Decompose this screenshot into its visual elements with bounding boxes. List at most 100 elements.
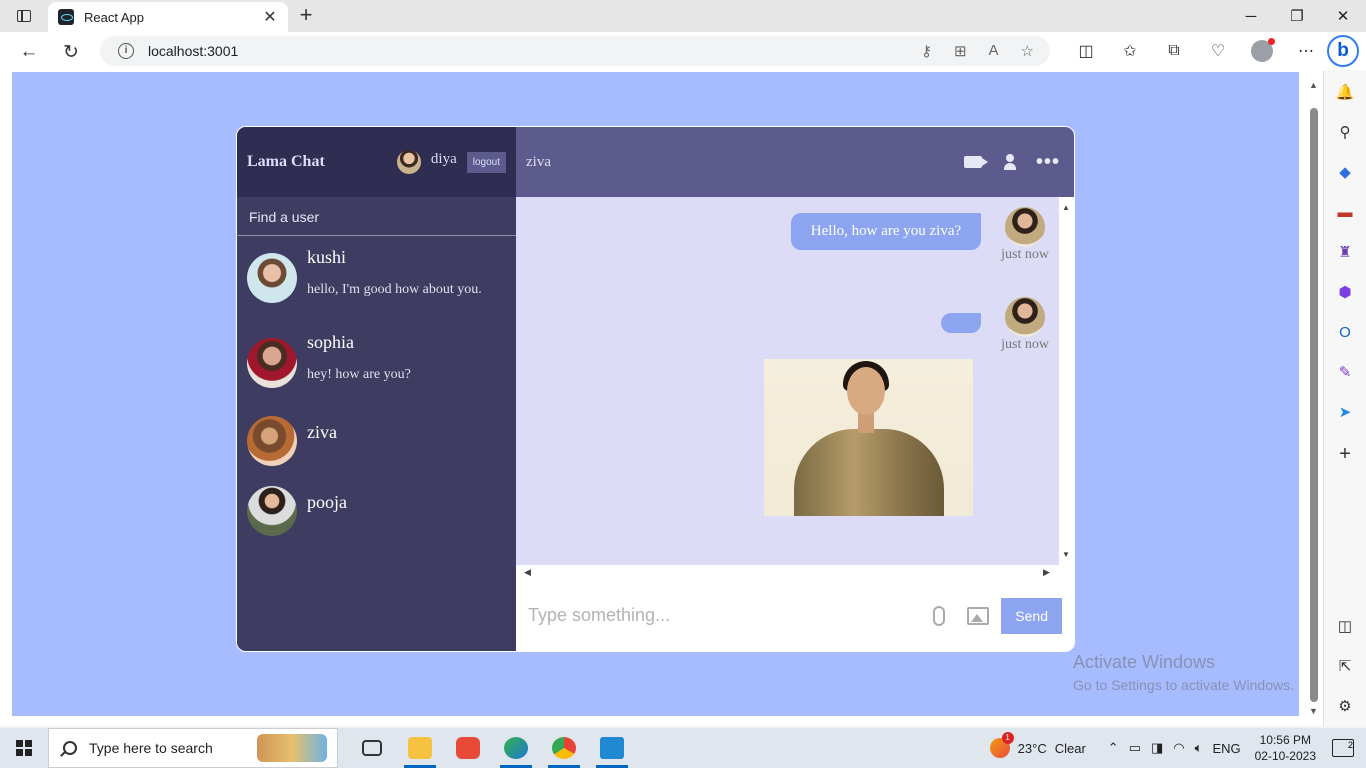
close-window-button[interactable]: ✕	[1320, 0, 1366, 32]
settings-gear-icon[interactable]: ⚙	[1335, 696, 1355, 716]
browser-tab[interactable]: React App ✕	[48, 2, 288, 32]
sidebar: Lama Chat diya logout Find a user kushi …	[237, 127, 516, 651]
search-highlight-image	[257, 734, 327, 762]
activate-windows-watermark: Activate Windows Go to Settings to activ…	[1073, 652, 1294, 693]
user-chat-pooja[interactable]: pooja	[237, 476, 516, 546]
hide-sidebar-icon[interactable]: ◫	[1335, 616, 1355, 636]
office-icon[interactable]: ⬢	[1335, 282, 1355, 302]
performance-icon[interactable]: ♡	[1196, 38, 1240, 64]
page-scroll-thumb[interactable]	[1310, 108, 1318, 702]
user-avatar	[247, 416, 297, 466]
games-icon[interactable]: ♜	[1335, 242, 1355, 262]
address-bar[interactable]: i localhost:3001 ⚷ ⊞ A ☆	[100, 36, 1050, 66]
user-chat-sophia[interactable]: sophia hey! how are you?	[237, 321, 516, 406]
send-button[interactable]: Send	[1001, 597, 1062, 634]
attach-image-icon[interactable]	[967, 606, 990, 625]
message-bubble	[941, 313, 982, 333]
chat-panel: ziva ••• Hello, how are you ziva? just n…	[516, 127, 1074, 651]
bing-icon[interactable]: b	[1327, 35, 1359, 67]
messages-vertical-scrollbar[interactable]: ▲ ▼	[1059, 197, 1074, 565]
key-icon[interactable]: ⚷	[921, 42, 932, 60]
chat-app: Lama Chat diya logout Find a user kushi …	[236, 126, 1075, 652]
video-call-icon[interactable]	[963, 156, 988, 168]
message-owner: just now	[941, 297, 1049, 353]
search-placeholder[interactable]: Find a user	[249, 209, 319, 225]
chrome-browser-icon[interactable]	[540, 728, 588, 768]
site-info-icon[interactable]: i	[118, 43, 134, 59]
back-button[interactable]: ←	[16, 39, 42, 65]
file-explorer-icon[interactable]	[396, 728, 444, 768]
minimize-button[interactable]: ─	[1228, 0, 1274, 32]
chat-contact-name: ziva	[526, 153, 551, 170]
weather-temperature: 23°C	[1017, 740, 1047, 756]
attach-file-icon[interactable]	[933, 605, 946, 626]
refresh-button[interactable]: ↻	[58, 39, 84, 65]
user-chat-ziva[interactable]: ziva	[237, 406, 516, 476]
task-view-icon[interactable]	[348, 728, 396, 768]
user-avatar	[247, 486, 297, 536]
logout-button[interactable]: logout	[466, 151, 506, 173]
scroll-down-arrow-icon[interactable]: ▼	[1062, 550, 1070, 559]
page-scroll-up-icon[interactable]: ▲	[1309, 80, 1318, 90]
search-icon	[63, 741, 77, 755]
sidebar-navbar: Lama Chat diya logout	[237, 127, 516, 197]
tab-close-icon[interactable]: ✕	[262, 7, 278, 27]
favorite-star-icon[interactable]: ☆	[1021, 42, 1034, 60]
search-icon[interactable]: ⚲	[1335, 122, 1355, 142]
meet-now-icon[interactable]: ◨	[1151, 740, 1163, 756]
read-aloud-icon[interactable]: A	[989, 42, 999, 60]
message-time: just now	[1001, 247, 1049, 262]
user-name: sophia	[307, 332, 354, 352]
language-indicator[interactable]: ENG	[1212, 741, 1240, 756]
taskbar-search-text[interactable]: Type here to search	[89, 740, 257, 756]
show-hidden-icons-chevron-icon[interactable]: ⌃	[1108, 740, 1119, 756]
page-scroll-down-icon[interactable]: ▼	[1309, 706, 1318, 716]
user-last-message: hey! how are you?	[307, 367, 411, 382]
more-options-icon[interactable]: •••	[1036, 152, 1060, 172]
send-plane-icon[interactable]: ➤	[1335, 402, 1355, 422]
edge-browser-icon[interactable]	[492, 728, 540, 768]
message-input-bar: Send	[516, 580, 1074, 651]
new-tab-button[interactable]: +	[294, 4, 318, 28]
collections-icon[interactable]: ⧉	[1152, 38, 1196, 64]
messages-horizontal-scrollbar[interactable]: ◀ ▶	[516, 565, 1074, 580]
add-user-icon[interactable]	[1003, 154, 1020, 170]
shopping-tag-icon[interactable]: ◆	[1335, 162, 1355, 182]
favorites-icon[interactable]: ✩	[1108, 38, 1152, 64]
more-menu-icon[interactable]: ⋯	[1284, 38, 1328, 64]
scroll-left-arrow-icon[interactable]: ◀	[524, 567, 531, 578]
notification-center-icon[interactable]: 2	[1332, 739, 1354, 757]
browser-toolbar: ← ↻ i localhost:3001 ⚷ ⊞ A ☆ ◫ ✩ ⧉ ♡ ⋯ b	[0, 32, 1366, 70]
split-screen-icon[interactable]: ◫	[1064, 38, 1108, 64]
notifications-bell-icon[interactable]: 🔔	[1335, 82, 1355, 102]
volume-icon[interactable]: 🔈︎	[1195, 740, 1203, 756]
wifi-icon[interactable]: ◠	[1173, 740, 1184, 756]
windows-logo-icon	[16, 740, 32, 756]
weather-widget[interactable]: 23°C Clear	[989, 732, 1086, 758]
message-list[interactable]: Hello, how are you ziva? just now just n…	[516, 197, 1059, 565]
designer-icon[interactable]: ✎	[1335, 362, 1355, 382]
windows-taskbar: Type here to search 23°C Clear ⌃ ▭ ◨ ◠ 🔈…	[0, 728, 1366, 768]
url-text[interactable]: localhost:3001	[148, 43, 238, 59]
vscode-icon[interactable]	[588, 728, 636, 768]
message-input[interactable]	[528, 605, 934, 626]
user-search[interactable]: Find a user	[237, 197, 516, 236]
tools-briefcase-icon[interactable]: ▬	[1335, 202, 1355, 222]
restore-button[interactable]: ❐	[1274, 0, 1320, 32]
outlook-icon[interactable]: O	[1335, 322, 1355, 342]
taskbar-search[interactable]: Type here to search	[48, 728, 338, 768]
app-red-icon[interactable]	[444, 728, 492, 768]
page-scrollbar[interactable]: ▲ ▼	[1305, 76, 1323, 718]
taskbar-clock[interactable]: 10:56 PM 02-10-2023	[1255, 732, 1316, 764]
scroll-right-arrow-icon[interactable]: ▶	[1043, 567, 1050, 578]
browser-titlebar: React App ✕ + ─ ❐ ✕	[0, 0, 1366, 32]
scroll-up-arrow-icon[interactable]: ▲	[1062, 203, 1070, 212]
add-sidebar-app-icon[interactable]: +	[1335, 443, 1355, 465]
start-button[interactable]	[0, 728, 48, 768]
user-chat-kushi[interactable]: kushi hello, I'm good how about you.	[237, 236, 516, 321]
tab-actions-icon[interactable]	[10, 6, 38, 26]
profile-avatar[interactable]	[1251, 38, 1275, 62]
battery-icon[interactable]: ▭	[1129, 740, 1141, 756]
apps-icon[interactable]: ⊞	[954, 42, 967, 60]
open-external-icon[interactable]: ⇱	[1335, 656, 1355, 676]
